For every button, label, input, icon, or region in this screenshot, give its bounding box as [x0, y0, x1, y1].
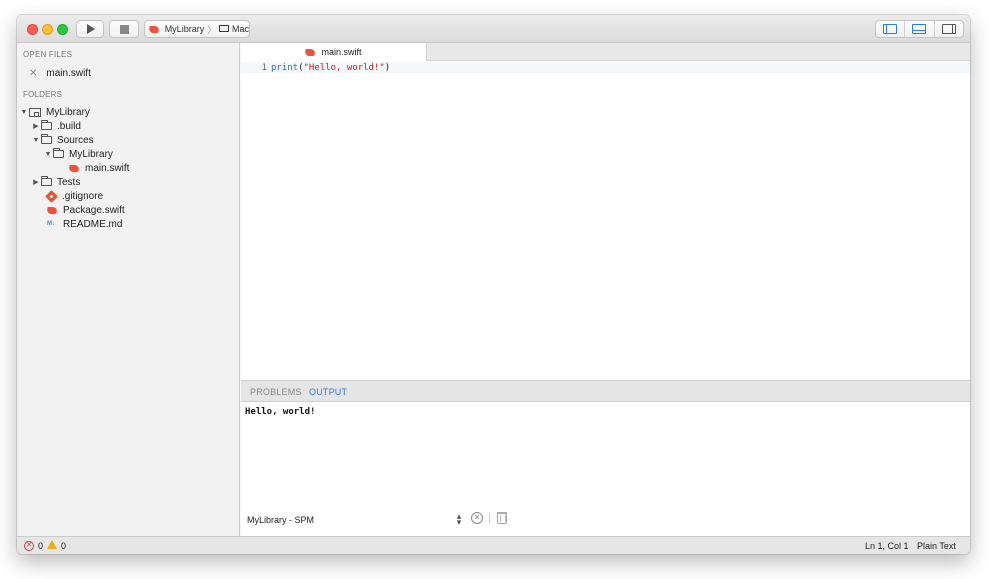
tab-output[interactable]: OUTPUT — [309, 387, 347, 397]
tree-item-label: Sources — [57, 134, 94, 146]
sidebar-right-icon — [941, 24, 956, 34]
markdown-icon: M↓ — [47, 221, 55, 227]
code-paren-close: ) — [384, 62, 391, 73]
language-mode[interactable]: Plain Text — [917, 541, 956, 551]
warning-count: 0 — [61, 541, 67, 551]
tree-item-label: MyLibrary — [46, 106, 90, 118]
pane-toggle-group — [875, 20, 964, 38]
minimize-window-button[interactable] — [42, 24, 53, 35]
run-button[interactable] — [76, 20, 104, 38]
folder-icon — [41, 120, 52, 130]
tree-item-label: README.md — [63, 218, 123, 230]
chevron-down-icon[interactable]: ▼ — [19, 109, 29, 116]
chevron-right-icon[interactable]: ▶ — [31, 122, 41, 130]
stop-button[interactable] — [109, 20, 139, 38]
clear-circle-icon[interactable]: ✕ — [471, 512, 483, 524]
tree-item-sources[interactable]: ▼ Sources — [31, 133, 94, 147]
open-file-item[interactable]: ✕ main.swift — [29, 66, 91, 80]
panel-footer: MyLibrary - SPM ▴ ▾ ✕ — [241, 511, 970, 529]
tree-item-label: MyLibrary — [69, 148, 113, 160]
scheme-destination: Mac — [231, 24, 249, 34]
tree-item-build[interactable]: ▶ .build — [31, 119, 81, 133]
toggle-bottom-pane-button[interactable] — [905, 21, 935, 37]
swift-icon — [149, 25, 160, 34]
code-string: "Hello, world!" — [303, 62, 385, 73]
close-icon[interactable]: ✕ — [29, 68, 37, 79]
divider — [489, 513, 490, 524]
tab-main-swift[interactable]: main.swift — [241, 43, 427, 61]
app-window: MyLibrary 〉 Mac OPEN FILES ✕ main.swift … — [17, 15, 970, 554]
tree-item-label: .build — [57, 120, 81, 132]
tab-label: main.swift — [321, 47, 362, 57]
toolbar: MyLibrary 〉 Mac — [17, 15, 970, 43]
tree-item-mylibrary-package[interactable]: ▼ MyLibrary — [19, 105, 90, 119]
tree-item-label: Tests — [57, 176, 81, 188]
tree-item-main-swift[interactable]: main.swift — [69, 161, 129, 175]
tree-item-mylibrary-folder[interactable]: ▼ MyLibrary — [43, 147, 113, 161]
open-files-header: OPEN FILES — [23, 50, 73, 59]
package-icon — [29, 107, 41, 117]
status-bar: ✕ 0 0 Ln 1, Col 1 Plain Text — [17, 536, 970, 554]
scheme-target: MyLibrary — [164, 24, 205, 34]
swift-icon — [47, 206, 58, 215]
close-window-button[interactable] — [27, 24, 38, 35]
stepper-icon[interactable]: ▴ ▾ — [455, 512, 463, 527]
error-icon[interactable]: ✕ — [24, 541, 34, 551]
tree-item-label: Package.swift — [63, 204, 125, 216]
scheme-selector[interactable]: MyLibrary 〉 Mac — [144, 20, 250, 38]
tree-item-package-swift[interactable]: Package.swift — [47, 203, 125, 217]
play-icon — [87, 24, 95, 34]
target-selector[interactable]: MyLibrary - SPM — [247, 515, 314, 525]
chevron-down-icon[interactable]: ▼ — [43, 151, 53, 158]
error-count: 0 — [38, 541, 44, 551]
tree-item-readme[interactable]: M↓ README.md — [47, 217, 122, 231]
sidebar-left-icon — [883, 24, 898, 34]
panel-tab-bar: PROBLEMS OUTPUT — [241, 380, 970, 402]
folder-open-icon — [41, 134, 52, 144]
code-keyword: print — [271, 62, 299, 73]
open-file-label: main.swift — [46, 67, 91, 79]
stop-icon — [119, 24, 129, 34]
scheme-separator: 〉 — [207, 24, 217, 35]
bottom-panel: PROBLEMS OUTPUT Hello, world! MyLibrary … — [241, 380, 970, 536]
trash-icon[interactable] — [497, 512, 507, 524]
git-icon — [45, 189, 58, 203]
tab-problems[interactable]: PROBLEMS — [250, 387, 302, 397]
swift-icon — [305, 48, 316, 57]
zoom-window-button[interactable] — [57, 24, 68, 35]
folders-header: FOLDERS — [23, 90, 63, 99]
output-text: Hello, world! — [245, 407, 316, 417]
cursor-position[interactable]: Ln 1, Col 1 — [865, 541, 909, 551]
monitor-icon — [219, 24, 229, 32]
tree-item-label: main.swift — [85, 162, 130, 174]
toggle-right-pane-button[interactable] — [935, 21, 963, 37]
line-number: 1 — [261, 62, 267, 73]
code-line[interactable]: 1 print ( "Hello, world!" ) — [241, 62, 970, 73]
editor-tab-bar: main.swift — [241, 43, 970, 61]
folder-icon — [41, 176, 52, 186]
panel-bottom-icon — [912, 24, 927, 34]
toggle-left-pane-button[interactable] — [876, 21, 906, 37]
chevron-right-icon[interactable]: ▶ — [31, 178, 41, 186]
tree-item-gitignore[interactable]: .gitignore — [45, 189, 103, 203]
swift-icon — [69, 164, 80, 173]
chevron-down-icon[interactable]: ▼ — [31, 137, 41, 144]
warning-icon[interactable] — [47, 540, 57, 549]
tree-item-label: .gitignore — [62, 190, 104, 202]
tree-item-tests[interactable]: ▶ Tests — [31, 175, 80, 189]
sidebar: OPEN FILES ✕ main.swift FOLDERS ▼ MyLibr… — [17, 43, 240, 536]
editor: main.swift 1 print ( "Hello, world!" ) — [241, 43, 970, 380]
folder-open-icon — [53, 148, 64, 158]
